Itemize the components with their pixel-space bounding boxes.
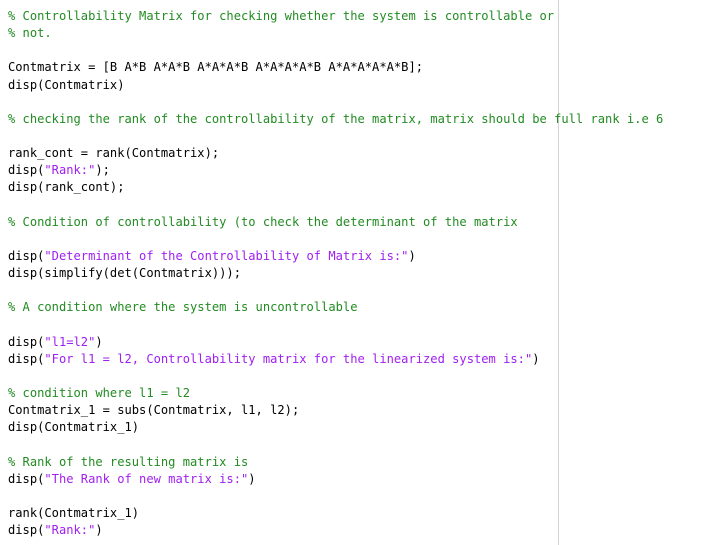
code-line[interactable]: % Rank of the resulting matrix is [8, 454, 663, 471]
code-line[interactable]: rank(Contmatrix_1) [8, 505, 663, 522]
code-line[interactable]: % checking the rank of the controllabili… [8, 111, 663, 128]
code-line[interactable] [8, 317, 663, 334]
code-text: disp(simplify(det(Contmatrix))); [8, 266, 241, 281]
code-text: disp( [8, 163, 45, 178]
code-line[interactable]: disp("Rank:") [8, 522, 663, 539]
code-text: Contmatrix = [B A*B A*A*B A*A*A*B A*A*A*… [8, 60, 424, 75]
code-line[interactable] [8, 128, 663, 145]
code-comment: % condition where l1 = l2 [8, 386, 191, 401]
code-text: ) [532, 351, 540, 366]
code-text: disp( [8, 248, 45, 263]
code-text: Contmatrix_1 = subs(Contmatrix, l1, l2); [8, 403, 300, 418]
code-line[interactable] [8, 488, 663, 505]
code-string: "For l1 = l2, Controllability matrix for… [44, 351, 533, 366]
code-line[interactable]: % not. [8, 25, 663, 42]
code-line[interactable]: disp("Rank:"); [8, 162, 663, 179]
code-comment: % Controllability Matrix for checking wh… [8, 9, 555, 23]
code-string: "Rank:" [44, 523, 96, 538]
code-area[interactable]: % Controllability Matrix for checking wh… [8, 8, 663, 539]
code-comment: % A condition where the system is uncont… [8, 300, 358, 315]
code-text: ) [408, 248, 416, 263]
code-text: disp( [8, 471, 45, 486]
code-comment: % Condition of controllability (to check… [8, 214, 518, 229]
code-line[interactable] [8, 437, 663, 454]
code-comment: % Rank of the resulting matrix is [8, 454, 249, 469]
code-text: rank(Contmatrix_1) [8, 506, 140, 521]
code-text: ) [248, 471, 256, 486]
code-line[interactable] [8, 368, 663, 385]
code-line[interactable]: % Controllability Matrix for checking wh… [8, 8, 663, 25]
code-line[interactable]: disp("Determinant of the Controllability… [8, 248, 663, 265]
code-line[interactable]: disp(Contmatrix_1) [8, 419, 663, 436]
code-text: ); [95, 163, 110, 178]
code-line[interactable]: disp(Contmatrix) [8, 77, 663, 94]
code-line[interactable]: % condition where l1 = l2 [8, 385, 663, 402]
code-editor[interactable]: % Controllability Matrix for checking wh… [0, 0, 706, 545]
code-line[interactable]: Contmatrix = [B A*B A*A*B A*A*A*B A*A*A*… [8, 59, 663, 76]
code-text: disp( [8, 334, 45, 349]
code-text: disp( [8, 523, 45, 538]
code-line[interactable] [8, 42, 663, 59]
code-text: ) [95, 334, 103, 349]
code-line[interactable]: Contmatrix_1 = subs(Contmatrix, l1, l2); [8, 402, 663, 419]
code-string: "The Rank of new matrix is:" [44, 471, 249, 486]
code-text: disp(Contmatrix_1) [8, 420, 140, 435]
code-comment: % checking the rank of the controllabili… [8, 111, 664, 126]
code-line[interactable]: disp("For l1 = l2, Controllability matri… [8, 351, 663, 368]
code-string: "Rank:" [44, 163, 96, 178]
code-line[interactable]: % A condition where the system is uncont… [8, 299, 663, 316]
code-line[interactable]: disp(rank_cont); [8, 179, 663, 196]
code-string: "Determinant of the Controllability of M… [44, 248, 409, 263]
code-comment: % not. [8, 26, 52, 41]
code-line[interactable] [8, 231, 663, 248]
code-line[interactable] [8, 94, 663, 111]
code-line[interactable]: disp("l1=l2") [8, 334, 663, 351]
code-text: disp(Contmatrix) [8, 77, 125, 92]
code-line[interactable] [8, 282, 663, 299]
code-text: rank_cont = rank(Contmatrix); [8, 146, 220, 161]
code-line[interactable]: % Condition of controllability (to check… [8, 214, 663, 231]
code-text: ) [95, 523, 103, 538]
code-text: disp(rank_cont); [8, 180, 125, 195]
code-string: "l1=l2" [44, 334, 96, 349]
code-line[interactable] [8, 197, 663, 214]
code-line[interactable]: rank_cont = rank(Contmatrix); [8, 145, 663, 162]
code-line[interactable]: disp("The Rank of new matrix is:") [8, 471, 663, 488]
code-text: disp( [8, 351, 45, 366]
code-line[interactable]: disp(simplify(det(Contmatrix))); [8, 265, 663, 282]
